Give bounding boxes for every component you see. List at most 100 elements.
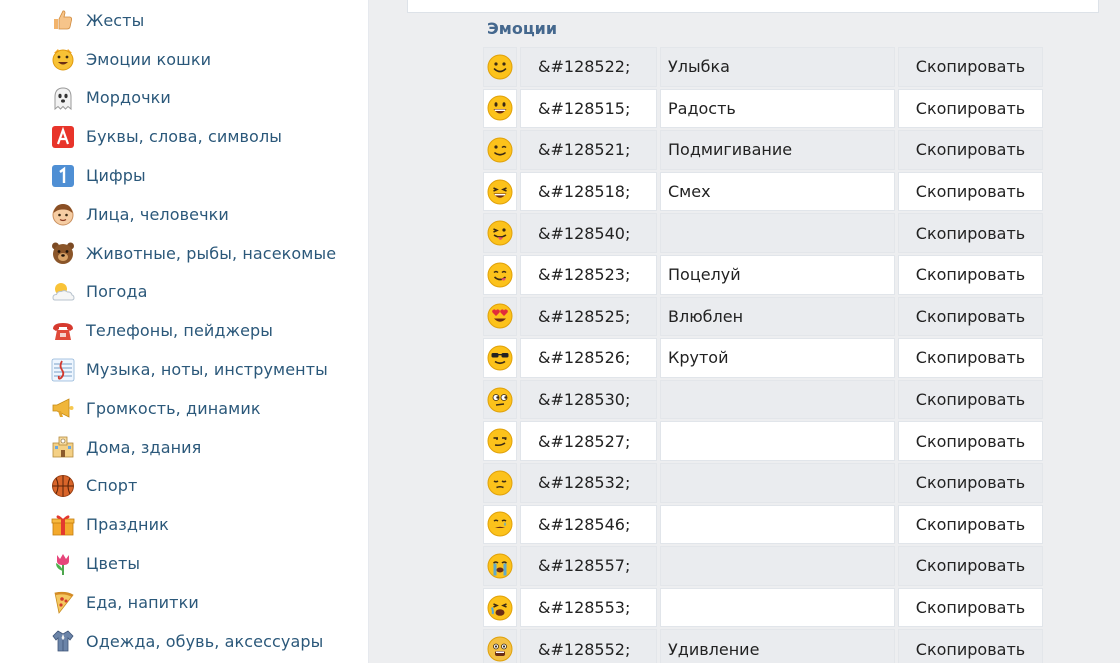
- sun-cloud-icon: [50, 279, 86, 305]
- emoji-name: Влюблен: [660, 296, 895, 337]
- sidebar-item-label[interactable]: Эмоции кошки: [86, 50, 211, 69]
- sidebar-item-label[interactable]: Музыка, ноты, инструменты: [86, 360, 328, 379]
- sidebar-item-9[interactable]: Телефоны, пейджеры: [50, 311, 336, 350]
- copy-button[interactable]: Скопировать: [916, 57, 1025, 76]
- sidebar-item-10[interactable]: Музыка, ноты, инструменты: [50, 350, 336, 389]
- sidebar-item-11[interactable]: Громкость, динамик: [50, 389, 336, 428]
- emoji-code: &#128522;: [520, 47, 657, 87]
- tongue-wink-face-icon: [483, 213, 517, 253]
- emoji-code: &#128557;: [520, 546, 657, 586]
- sidebar-item-4[interactable]: Буквы, слова, символы: [50, 117, 336, 156]
- emoji-name: [660, 587, 895, 628]
- sidebar-item-label[interactable]: Жесты: [86, 11, 144, 30]
- smiling-face-icon: [483, 47, 517, 87]
- emoji-name: [660, 462, 895, 503]
- copy-button[interactable]: Скопировать: [916, 640, 1025, 659]
- sidebar-item-7[interactable]: Животные, рыбы, насекомые: [50, 234, 336, 273]
- sidebar-item-label[interactable]: Телефоны, пейджеры: [86, 321, 273, 340]
- emoji-name: Крутой: [660, 338, 895, 378]
- sidebar-item-label[interactable]: Громкость, динамик: [86, 399, 261, 418]
- pizza-icon: [50, 589, 86, 615]
- copy-button[interactable]: Скопировать: [916, 307, 1025, 326]
- copy-cell: Скопировать: [898, 47, 1043, 87]
- emoji-name: [660, 379, 895, 420]
- horn-icon: [50, 395, 86, 421]
- copy-button[interactable]: Скопировать: [916, 390, 1025, 409]
- copy-button[interactable]: Скопировать: [916, 556, 1025, 575]
- emoji-code: &#128521;: [520, 130, 657, 170]
- table-row: &#128518; Смех Скопировать: [483, 171, 1043, 212]
- sidebar-item-2[interactable]: Эмоции кошки: [50, 40, 336, 79]
- emoji-table: &#128522; Улыбка Скопировать &#128515; Радос…: [480, 45, 1046, 663]
- copy-cell: Скопировать: [898, 379, 1043, 420]
- sidebar-item-12[interactable]: Дома, здания: [50, 428, 336, 467]
- crying-face-icon: [483, 504, 517, 545]
- winking-face-icon: [483, 130, 517, 170]
- sidebar-item-15[interactable]: Цветы: [50, 544, 336, 583]
- sidebar-item-label[interactable]: Дома, здания: [86, 438, 201, 457]
- sidebar-item-13[interactable]: Спорт: [50, 467, 336, 506]
- top-panel: [407, 0, 1099, 13]
- copy-button[interactable]: Скопировать: [916, 265, 1025, 284]
- sidebar-item-label[interactable]: Мордочки: [86, 88, 171, 107]
- thumbs-up-icon: [50, 7, 86, 33]
- sidebar-item-label[interactable]: Одежда, обувь, аксессуары: [86, 632, 323, 651]
- emoji-name: [660, 504, 895, 545]
- unamused-face-icon: [483, 379, 517, 420]
- emoji-name: Улыбка: [660, 47, 895, 87]
- sidebar-item-label[interactable]: Цифры: [86, 166, 146, 185]
- copy-cell: Скопировать: [898, 504, 1043, 545]
- table-row: &#128523; Поцелуй Скопировать: [483, 254, 1043, 295]
- sidebar-item-8[interactable]: Погода: [50, 273, 336, 312]
- laughing-face-icon: [483, 171, 517, 212]
- tulip-icon: [50, 551, 86, 577]
- copy-button[interactable]: Скопировать: [916, 598, 1025, 617]
- smirking-face-icon: [483, 421, 517, 461]
- copy-cell: Скопировать: [898, 296, 1043, 337]
- sidebar-item-6[interactable]: Лица, человечки: [50, 195, 336, 234]
- emoji-code: &#128525;: [520, 296, 657, 337]
- telephone-icon: [50, 318, 86, 344]
- digit-one-icon: [50, 163, 86, 189]
- sidebar-item-1[interactable]: Жесты: [50, 1, 336, 40]
- sidebar-item-label[interactable]: Животные, рыбы, насекомые: [86, 244, 336, 263]
- cat-face-icon: [50, 46, 86, 72]
- sobbing-face-icon: [483, 546, 517, 586]
- emoji-code: &#128523;: [520, 254, 657, 295]
- table-row: &#128530; Скопировать: [483, 379, 1043, 420]
- table-row: &#128557; Скопировать: [483, 546, 1043, 586]
- sidebar-item-label[interactable]: Лица, человечки: [86, 205, 229, 224]
- sidebar-item-label[interactable]: Буквы, слова, символы: [86, 127, 282, 146]
- sidebar-item-16[interactable]: Еда, напитки: [50, 583, 336, 622]
- yum-face-icon: [483, 254, 517, 295]
- emoji-code: &#128530;: [520, 379, 657, 420]
- page: Жесты Эмоции кошки Мордочки Буквы, слова, с…: [0, 0, 1120, 663]
- copy-button[interactable]: Скопировать: [916, 515, 1025, 534]
- copy-button[interactable]: Скопировать: [916, 182, 1025, 201]
- sidebar-item-5[interactable]: Цифры: [50, 156, 336, 195]
- sidebar-item-14[interactable]: Праздник: [50, 505, 336, 544]
- boy-face-icon: [50, 201, 86, 227]
- copy-button[interactable]: Скопировать: [916, 473, 1025, 492]
- copy-button[interactable]: Скопировать: [916, 140, 1025, 159]
- sidebar-item-3[interactable]: Мордочки: [50, 79, 336, 118]
- pensive-face-icon: [483, 462, 517, 503]
- sidebar-item-label[interactable]: Цветы: [86, 554, 140, 573]
- copy-button[interactable]: Скопировать: [916, 348, 1025, 367]
- copy-button[interactable]: Скопировать: [916, 99, 1025, 118]
- emoji-code: &#128527;: [520, 421, 657, 461]
- weary-face-icon: [483, 587, 517, 628]
- sidebar-item-17[interactable]: Одежда, обувь, аксессуары: [50, 622, 336, 661]
- sidebar-item-label[interactable]: Еда, напитки: [86, 593, 199, 612]
- copy-button[interactable]: Скопировать: [916, 224, 1025, 243]
- sidebar-item-label[interactable]: Погода: [86, 282, 147, 301]
- copy-cell: Скопировать: [898, 88, 1043, 129]
- table-row: &#128552; Удивление Скопировать: [483, 629, 1043, 663]
- emoji-name: Смех: [660, 171, 895, 212]
- sidebar-item-label[interactable]: Спорт: [86, 476, 137, 495]
- emoji-code: &#128546;: [520, 504, 657, 545]
- sidebar-item-label[interactable]: Праздник: [86, 515, 169, 534]
- category-sidebar: Жесты Эмоции кошки Мордочки Буквы, слова, с…: [0, 0, 369, 663]
- copy-cell: Скопировать: [898, 462, 1043, 503]
- copy-button[interactable]: Скопировать: [916, 432, 1025, 451]
